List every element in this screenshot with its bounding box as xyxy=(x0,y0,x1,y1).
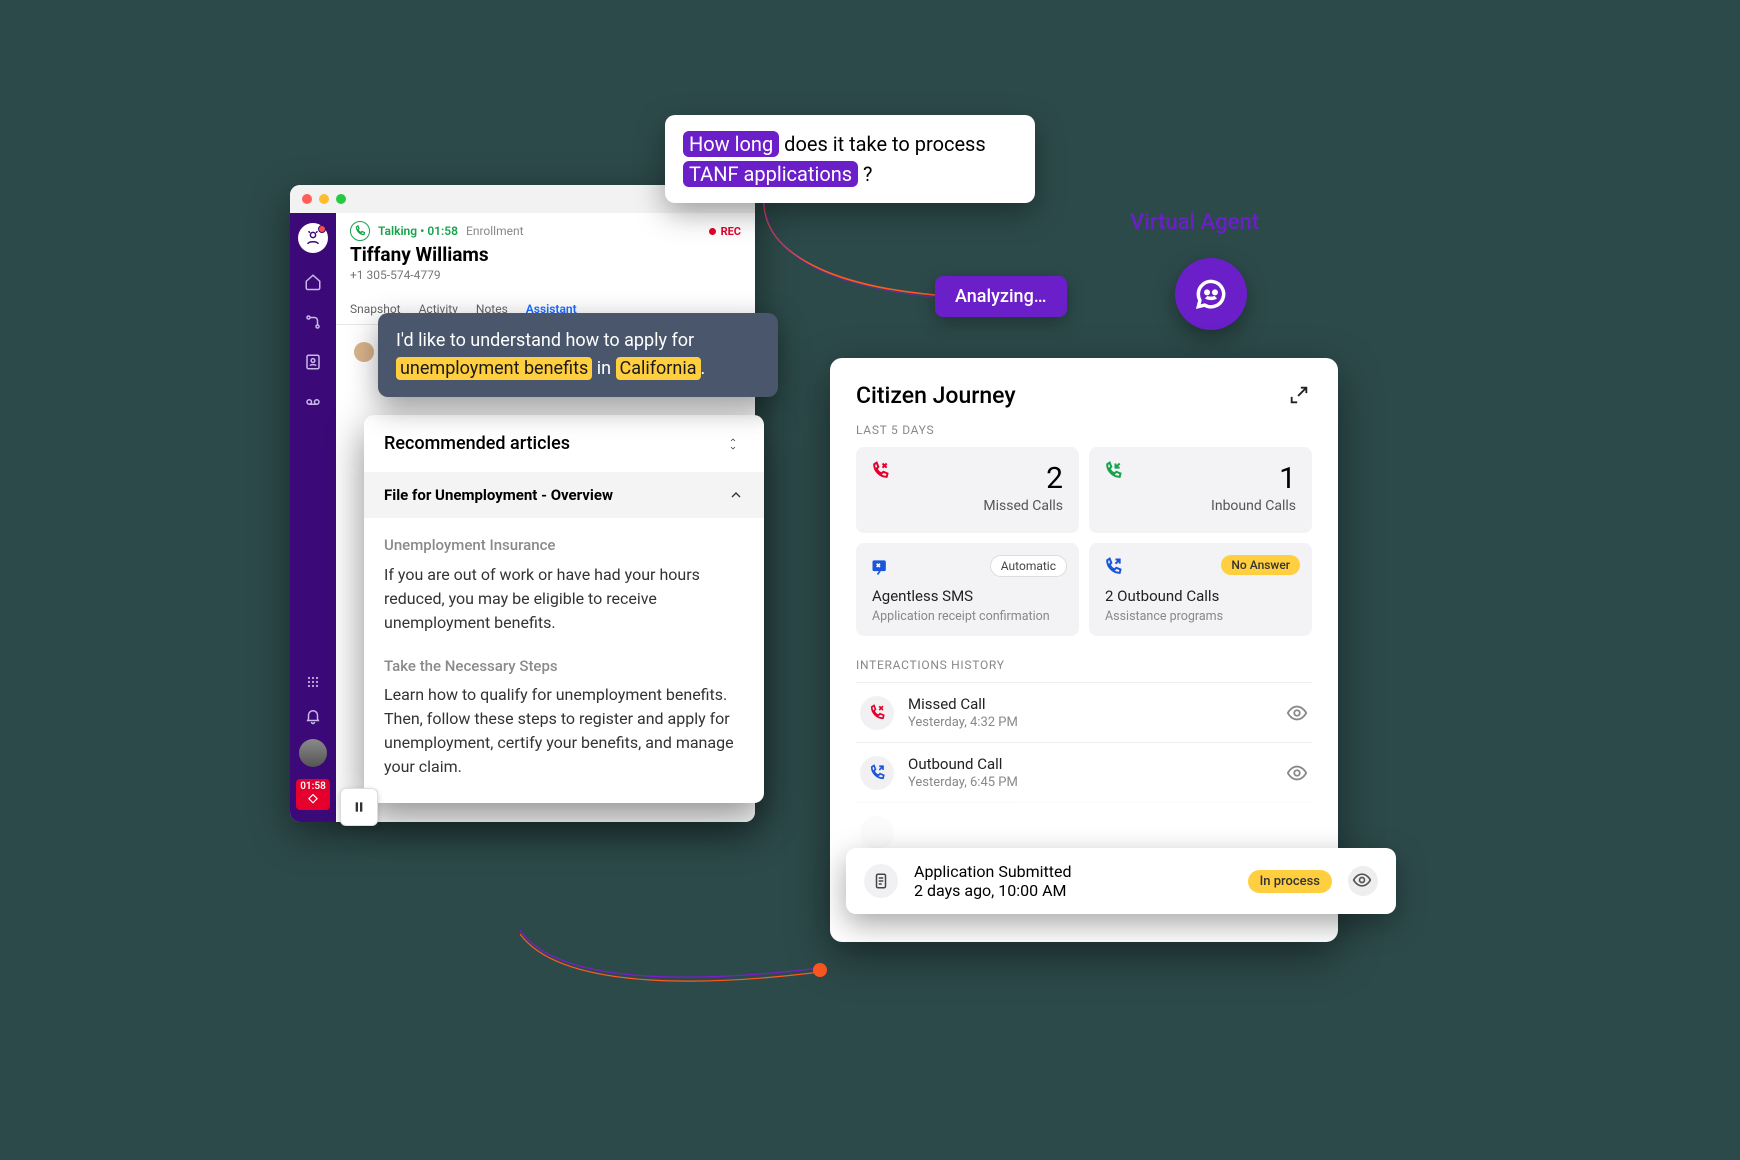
speaker-avatar xyxy=(354,342,374,362)
tile-label: Missed Calls xyxy=(872,498,1063,514)
tile-count: 2 xyxy=(872,461,1063,496)
expand-icon[interactable] xyxy=(1288,384,1312,408)
journey-title: Citizen Journey xyxy=(856,382,1016,409)
tile-sub: Application receipt confirmation xyxy=(872,609,1063,624)
missed-call-icon xyxy=(870,461,890,481)
minimize-dot[interactable] xyxy=(319,194,329,204)
inbound-call-icon xyxy=(1103,461,1123,481)
sidebar-agent-icon[interactable] xyxy=(298,223,328,253)
agent-panel: 01:58 Talking • 01:58 Enrollment REC xyxy=(290,185,755,822)
caller-phone: +1 305-574-4779 xyxy=(350,268,741,282)
journey-panel: Citizen Journey Last 5 Days 2 Missed Cal… xyxy=(830,358,1338,942)
tile-badge: Automatic xyxy=(990,555,1067,577)
section-heading: Take the Necessary Steps xyxy=(384,655,744,678)
article-header[interactable]: File for Unemployment - Overview xyxy=(364,472,764,518)
sidebar-flow-icon[interactable] xyxy=(302,311,324,333)
history-row[interactable]: Outbound CallYesterday, 6:45 PM xyxy=(856,742,1312,802)
transcript-bubble: I'd like to understand how to apply for … xyxy=(378,313,778,397)
view-icon[interactable] xyxy=(1348,866,1378,896)
tile-badge: No Answer xyxy=(1221,555,1300,575)
history-row[interactable]: Missed CallYesterday, 4:32 PM xyxy=(856,682,1312,742)
sidebar-voicemail-icon[interactable] xyxy=(302,391,324,413)
section-text: If you are out of work or have had your … xyxy=(384,563,744,635)
virtual-agent-icon[interactable] xyxy=(1175,258,1247,330)
history-row-highlight[interactable]: Application Submitted 2 days ago, 10:00 … xyxy=(846,848,1396,914)
view-icon[interactable] xyxy=(1286,702,1308,724)
highlight-term: unemployment benefits xyxy=(396,357,592,380)
status-badge: In process xyxy=(1248,870,1332,893)
call-status: Talking • 01:58 xyxy=(378,224,458,238)
call-timer-badge: 01:58 xyxy=(296,779,330,810)
document-icon xyxy=(864,864,898,898)
question-entity: How long xyxy=(683,131,779,157)
sms-icon xyxy=(870,557,890,577)
sidebar-apps-icon[interactable] xyxy=(302,671,324,693)
outbound-call-icon xyxy=(1103,557,1123,577)
agent-sidebar: 01:58 xyxy=(290,213,336,822)
section-heading: Unemployment Insurance xyxy=(384,534,744,557)
tile-inbound-calls[interactable]: 1 Inbound Calls xyxy=(1089,447,1312,533)
analyzing-badge: Analyzing… xyxy=(935,276,1067,317)
missed-call-icon xyxy=(860,696,894,730)
tile-count: 1 xyxy=(1105,461,1296,496)
close-dot[interactable] xyxy=(302,194,312,204)
section-text: Learn how to qualify for unemployment be… xyxy=(384,683,744,779)
sidebar-contact-icon[interactable] xyxy=(302,351,324,373)
tile-missed-calls[interactable]: 2 Missed Calls xyxy=(856,447,1079,533)
recommended-title: Recommended articles xyxy=(384,433,570,454)
queue-name: Enrollment xyxy=(466,224,524,238)
question-entity: TANF applications xyxy=(683,161,858,187)
sidebar-home-icon[interactable] xyxy=(302,271,324,293)
virtual-agent-label: Virtual Agent xyxy=(1130,210,1259,235)
tile-sub: Assistance programs xyxy=(1105,609,1296,624)
highlight-term: California xyxy=(616,357,701,380)
view-icon[interactable] xyxy=(1286,762,1308,784)
caller-name: Tiffany Williams xyxy=(350,243,741,266)
tile-title: Agentless SMS xyxy=(872,587,1063,605)
pause-button[interactable] xyxy=(340,788,378,826)
phone-icon xyxy=(350,221,370,241)
tile-agentless-sms[interactable]: Automatic Agentless SMS Application rece… xyxy=(856,543,1079,636)
outbound-call-icon xyxy=(860,756,894,790)
chevron-up-icon xyxy=(728,487,744,503)
collapse-icon[interactable] xyxy=(722,436,744,452)
recommended-articles-card: Recommended articles File for Unemployme… xyxy=(364,415,764,803)
journey-range: Last 5 Days xyxy=(856,423,1312,437)
maximize-dot[interactable] xyxy=(336,194,346,204)
timer-value: 01:58 xyxy=(300,781,326,792)
question-bubble: How long does it take to process TANF ap… xyxy=(665,115,1035,203)
tile-title: 2 Outbound Calls xyxy=(1105,587,1296,605)
recording-badge: REC xyxy=(709,225,741,238)
tile-outbound-calls[interactable]: No Answer 2 Outbound Calls Assistance pr… xyxy=(1089,543,1312,636)
agent-avatar[interactable] xyxy=(299,739,327,767)
sidebar-bell-icon[interactable] xyxy=(302,705,324,727)
tile-label: Inbound Calls xyxy=(1105,498,1296,514)
history-label: Interactions History xyxy=(856,658,1312,672)
